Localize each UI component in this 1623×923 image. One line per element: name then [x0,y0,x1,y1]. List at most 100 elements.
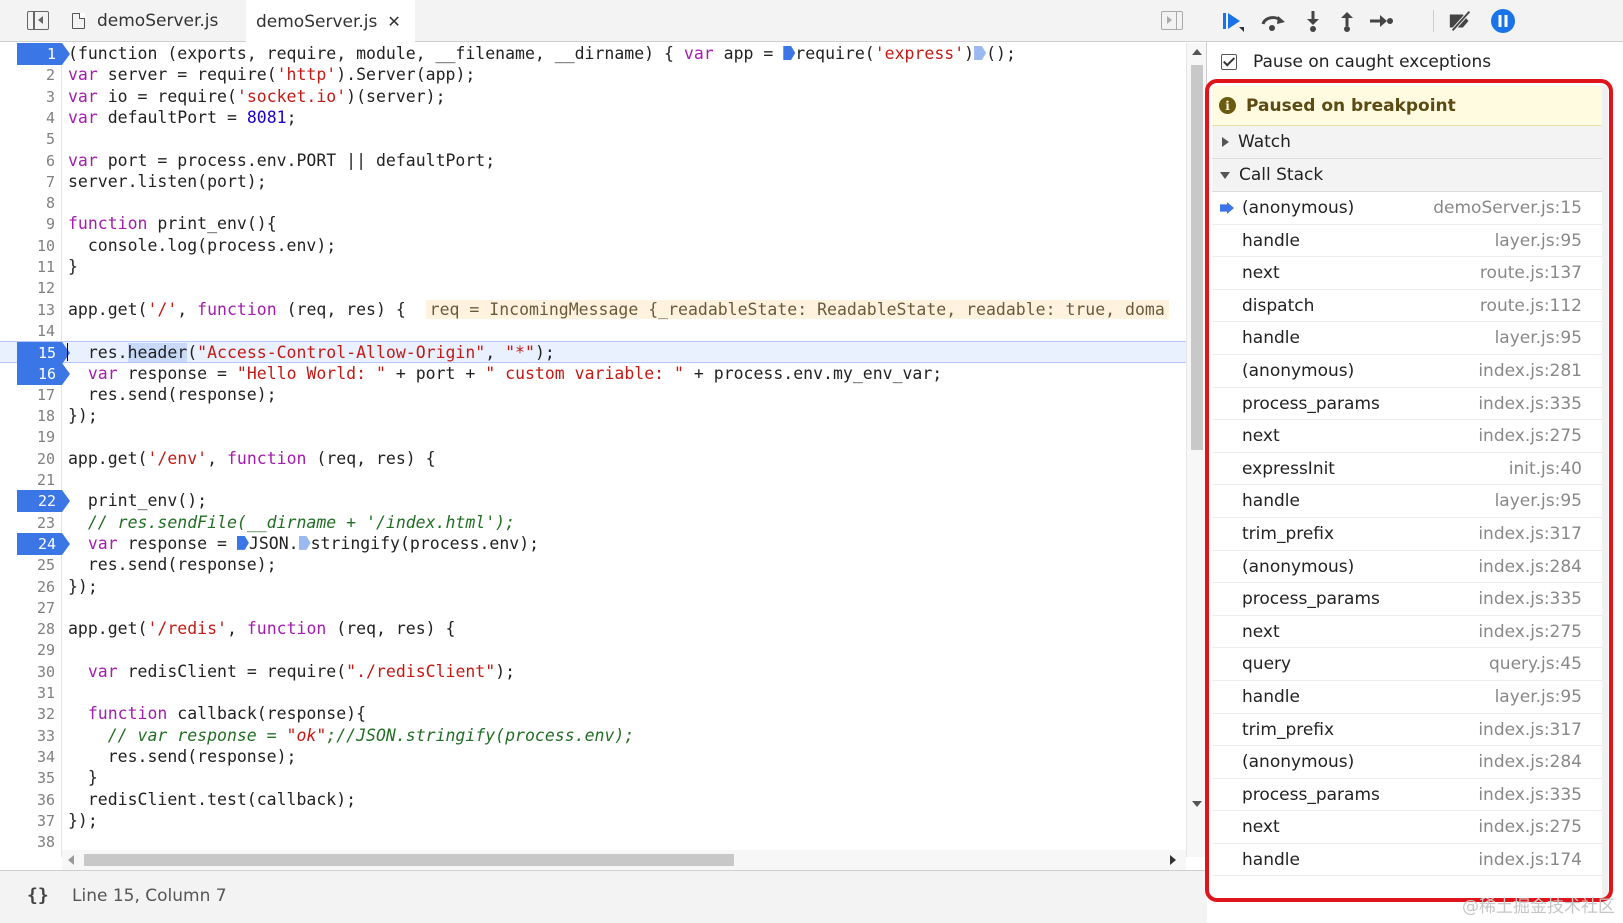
call-frame[interactable]: next route.js:137 [1212,257,1608,290]
scroll-thumb[interactable] [1191,65,1203,450]
code-line-14[interactable]: 14 [0,320,1186,342]
code-line-23[interactable]: 23 // res.sendFile(__dirname + '/index.h… [0,512,1186,534]
call-frame[interactable]: (anonymous) index.js:284 [1212,746,1608,779]
call-frame[interactable]: next index.js:275 [1212,616,1608,649]
call-frame[interactable]: query query.js:45 [1212,648,1608,681]
scroll-up-icon[interactable] [1192,49,1202,55]
scroll-right-icon[interactable] [1170,855,1176,865]
code-line-11[interactable]: 11} [0,256,1186,278]
code-line-1[interactable]: 1 (function (exports, require, module, __… [0,43,1186,65]
frame-location: init.js:40 [1508,458,1582,479]
code-line-18[interactable]: 18}); [0,405,1186,427]
call-frame[interactable]: process_params index.js:335 [1212,388,1608,421]
deactivate-breakpoints-icon[interactable] [1447,8,1475,34]
tab-demoserver-inactive[interactable]: demoServer.js [72,0,218,42]
call-frame-selected[interactable]: (anonymous) demoServer.js:15 [1212,192,1608,225]
frame-location: index.js:335 [1478,589,1582,610]
code-line-7[interactable]: 7 server.listen(port); [0,171,1186,193]
code-line-8[interactable]: 8 [0,192,1186,214]
code-line-22[interactable]: 22 print_env(); [0,490,1186,513]
call-frame[interactable]: dispatch route.js:112 [1212,290,1608,323]
code-line-30[interactable]: 30 var redisClient = require("./redisCli… [0,661,1186,683]
call-frame[interactable]: process_params index.js:335 [1212,583,1608,616]
code-line-25[interactable]: 25 res.send(response); [0,554,1186,576]
code-line-9[interactable]: 9 function print_env(){ [0,213,1186,235]
vertical-scrollbar[interactable] [1186,43,1206,857]
call-frame[interactable]: handle layer.js:95 [1212,322,1608,355]
watch-section-header[interactable]: Watch [1212,126,1608,159]
pause-on-caught-checkbox[interactable] [1221,54,1237,70]
scroll-down-icon[interactable] [1192,801,1202,807]
toggle-debugger-sidebar-icon[interactable] [1161,11,1183,30]
code-line-5[interactable]: 5 [0,128,1186,150]
code-line-3[interactable]: 3 var io = require('socket.io')(server); [0,86,1186,108]
call-frame[interactable]: handle layer.js:95 [1212,225,1608,258]
tab-demoserver-active[interactable]: demoServer.js ✕ [246,0,415,43]
call-stack-section-header[interactable]: Call Stack [1212,159,1608,192]
code-line-37[interactable]: 37}); [0,810,1186,832]
code-line-31[interactable]: 31 [0,682,1186,704]
frame-function-name: handle [1242,849,1300,870]
frame-location: index.js:174 [1478,849,1582,870]
code-line-27[interactable]: 27 [0,597,1186,619]
inline-breakpoint-icon[interactable] [974,46,987,60]
call-frame[interactable]: next index.js:275 [1212,811,1608,844]
code-line-19[interactable]: 19 [0,426,1186,448]
code-line-32[interactable]: 32 function callback(response){ [0,703,1186,725]
call-frame[interactable]: handle index.js:174 [1212,844,1608,877]
call-frame[interactable]: handle layer.js:95 [1212,681,1608,714]
frame-function-name: handle [1242,491,1300,512]
call-frame[interactable]: (anonymous) index.js:281 [1212,355,1608,388]
code-line-36[interactable]: 36 redisClient.test(callback); [0,789,1186,811]
code-view[interactable]: 1 (function (exports, require, module, __… [0,43,1186,857]
code-line-12[interactable]: 12 [0,277,1186,299]
inline-breakpoint-icon[interactable] [236,535,249,550]
close-icon[interactable]: ✕ [387,12,400,31]
call-frame[interactable]: (anonymous) index.js:284 [1212,551,1608,584]
call-frame[interactable]: trim_prefix index.js:317 [1212,518,1608,551]
panel-scrollbar[interactable] [1602,86,1608,898]
pretty-print-icon[interactable]: {} [27,885,49,906]
breakpoint-marker[interactable]: 16 [17,362,70,385]
code-line-33[interactable]: 33 // var response = "ok";//JSON.stringi… [0,725,1186,747]
code-line-6[interactable]: 6 var port = process.env.PORT || defaultP… [0,150,1186,172]
code-line-17[interactable]: 17 res.send(response); [0,384,1186,406]
code-line-2[interactable]: 2 var server = require('http').Server(app… [0,64,1186,86]
step-over-icon[interactable] [1259,8,1287,34]
code-line-20[interactable]: 20 app.get('/env', function (req, res) { [0,448,1186,470]
call-frame[interactable]: handle layer.js:95 [1212,485,1608,518]
breakpoint-marker[interactable]: 22 [17,490,70,513]
step-out-icon[interactable] [1333,8,1361,34]
code-line-4[interactable]: 4 var defaultPort = 8081; [0,107,1186,129]
scroll-left-icon[interactable] [68,855,74,865]
call-frame[interactable]: trim_prefix index.js:317 [1212,714,1608,747]
breakpoint-marker[interactable]: 1 [17,43,70,65]
horizontal-scrollbar[interactable] [62,850,1186,870]
tab-label: demoServer.js [97,11,219,31]
scroll-thumb[interactable] [84,854,734,866]
code-line-15-current[interactable]: 15 res.header("Access-Control-Allow-Orig… [0,341,1186,365]
code-line-29[interactable]: 29 [0,639,1186,661]
toggle-navigator-icon[interactable] [27,11,49,30]
code-line-35[interactable]: 35 } [0,767,1186,789]
code-line-28[interactable]: 28 app.get('/redis', function (req, res) … [0,618,1186,640]
code-line-34[interactable]: 34 res.send(response); [0,746,1186,768]
code-line-21[interactable]: 21 [0,469,1186,491]
step-into-icon[interactable] [1299,8,1327,34]
breakpoint-marker[interactable]: 24 [17,532,70,555]
code-line-26[interactable]: 26}); [0,576,1186,598]
code-line-10[interactable]: 10 console.log(process.env); [0,235,1186,257]
call-frame[interactable]: process_params index.js:335 [1212,779,1608,812]
pause-on-exceptions-icon[interactable] [1489,8,1517,34]
inline-breakpoint-icon[interactable] [783,46,796,60]
call-frame[interactable]: expressInit init.js:40 [1212,453,1608,486]
code-line-24[interactable]: 24 var response = JSON. stringify(process… [0,532,1186,555]
inline-breakpoint-icon[interactable] [298,535,311,550]
call-frame[interactable]: next index.js:275 [1212,420,1608,453]
breakpoint-marker[interactable]: 15 [17,342,70,365]
step-icon[interactable] [1367,8,1395,34]
code-line-13[interactable]: 13 app.get('/', function (req, res) { req… [0,299,1186,321]
pause-on-caught-exceptions-row[interactable]: Pause on caught exceptions [1207,43,1623,81]
resume-icon[interactable] [1219,8,1247,34]
code-line-16[interactable]: 16 var response = "Hello World: " + port… [0,362,1186,385]
